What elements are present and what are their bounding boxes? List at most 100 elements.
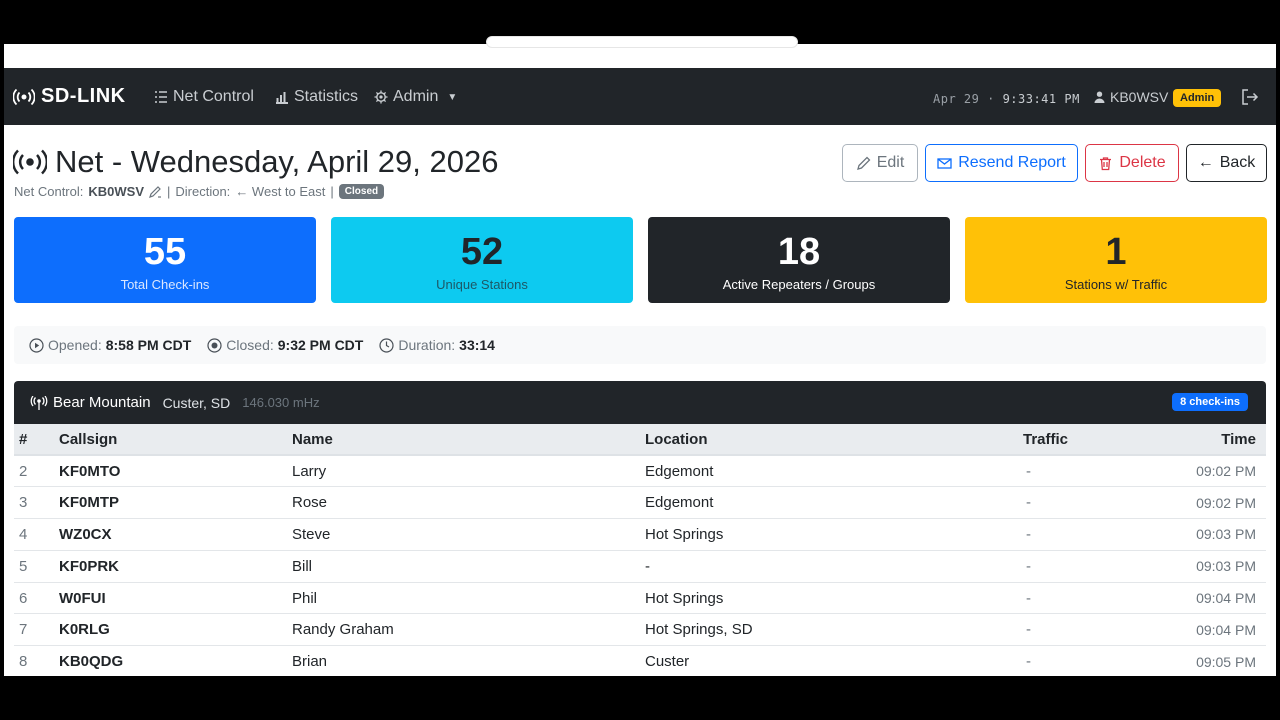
address-pill — [486, 36, 798, 48]
column-header-time[interactable]: Time — [1173, 424, 1266, 456]
table-header-row: # Callsign Name Location Traffic Time — [14, 424, 1266, 456]
cell-loc: Hot Springs — [645, 525, 724, 543]
envelope-icon — [937, 157, 952, 169]
cell-call: K0RLG — [59, 621, 110, 639]
cell-traffic: - — [1026, 462, 1031, 480]
delete-button[interactable]: Delete — [1085, 144, 1179, 182]
column-header-name[interactable]: Name — [292, 424, 645, 456]
cell-loc: Custer — [645, 653, 690, 671]
table-row[interactable]: 4 WZ0CX Steve Hot Springs - 09:03 PM — [14, 519, 1266, 551]
nav-statistics[interactable]: Statistics — [275, 88, 358, 106]
column-header-traffic[interactable]: Traffic — [1023, 424, 1173, 456]
cell-call: W0FUI — [59, 589, 106, 607]
separator: | — [167, 184, 171, 199]
cell-time: 09:05 PM — [1196, 653, 1256, 670]
status-badge: Closed — [338, 184, 385, 199]
column-header-num[interactable]: # — [14, 424, 59, 456]
pencil-icon — [856, 156, 871, 170]
separator: | — [330, 184, 334, 199]
group-name: Bear Mountain — [30, 394, 151, 411]
direction-value: ← West to East — [235, 184, 326, 199]
cell-name: Randy Graham — [292, 621, 394, 639]
browser-strip — [4, 36, 1276, 68]
column-header-callsign[interactable]: Callsign — [59, 424, 292, 456]
stat-card-stations-traffic: 1 Stations w/ Traffic — [965, 217, 1267, 303]
opened-time: Opened: 8:58 PM CDT — [29, 337, 191, 353]
net-times-bar: Opened: 8:58 PM CDT Closed: 9:32 PM CDT … — [14, 326, 1266, 364]
direction-label: Direction: — [175, 184, 231, 199]
cell-loc: - — [645, 557, 650, 575]
group-location: Custer, SD — [162, 394, 231, 411]
trash-icon — [1100, 156, 1112, 170]
table-row[interactable]: 3 KF0MTP Rose Edgemont - 09:02 PM — [14, 487, 1266, 519]
stat-value: 55 — [143, 231, 187, 273]
resend-label: Resend Report — [958, 154, 1066, 171]
logout-icon[interactable] — [1241, 89, 1259, 105]
cell-loc: Hot Springs, SD — [645, 621, 753, 639]
group-name-text: Bear Mountain — [53, 394, 151, 411]
cell-call: WZ0CX — [59, 525, 112, 543]
stat-value: 18 — [777, 231, 821, 273]
stat-card-unique-stations: 52 Unique Stations — [331, 217, 633, 303]
cell-name: Rose — [292, 494, 328, 512]
stat-label: Total Check-ins — [120, 277, 210, 292]
edit-label: Edit — [876, 154, 905, 171]
brand-link[interactable]: SD-LINK — [13, 85, 126, 108]
cell-num: 8 — [19, 653, 28, 671]
table-row[interactable]: 7 K0RLG Randy Graham Hot Springs, SD - 09:04 … — [14, 614, 1266, 646]
user-menu[interactable]: KB0WSV — [1094, 89, 1168, 105]
back-button[interactable]: ← Back — [1186, 144, 1267, 182]
table-row[interactable]: 8 KB0QDG Brian Custer - 09:05 PM — [14, 646, 1266, 676]
table-row[interactable]: 2 KF0MTO Larry Edgemont - 09:02 PM — [14, 455, 1266, 487]
duration-value: 33:14 — [459, 337, 495, 353]
duration-label: Duration: — [398, 337, 456, 353]
stat-value: 1 — [1105, 231, 1127, 273]
bar-chart-icon — [276, 92, 288, 104]
page: SD-LINK Net Control Statistics Admin ▼ A… — [4, 68, 1276, 676]
clock-time: 9:33:41 PM — [1002, 92, 1080, 106]
user-callsign: KB0WSV — [1110, 89, 1169, 105]
edit-button[interactable]: Edit — [842, 144, 918, 182]
stat-label: Unique Stations — [436, 277, 528, 292]
nav-admin-dropdown[interactable]: Admin ▼ — [374, 88, 457, 106]
clock-separator: · — [987, 92, 995, 106]
arrow-left-icon: ← — [1197, 154, 1214, 171]
broadcast-icon — [13, 149, 47, 175]
cell-traffic: - — [1026, 494, 1031, 512]
cell-call: KF0PRK — [59, 557, 120, 575]
pencil-icon[interactable] — [149, 185, 162, 198]
table-body: 2 KF0MTO Larry Edgemont - 09:02 PM 3 KF0MTP Rose… — [14, 455, 1266, 676]
cell-name: Larry — [292, 462, 327, 480]
broadcast-icon — [13, 88, 35, 105]
cell-num: 6 — [19, 589, 28, 607]
closed-label: Closed: — [226, 337, 274, 353]
closed-value: 9:32 PM CDT — [277, 337, 364, 353]
clock-date: Apr 29 — [933, 92, 980, 106]
cell-traffic: - — [1026, 589, 1031, 607]
table-row[interactable]: 6 W0FUI Phil Hot Springs - 09:04 PM — [14, 582, 1266, 614]
cell-time: 09:03 PM — [1196, 526, 1256, 543]
stat-card-active-repeaters: 18 Active Repeaters / Groups — [648, 217, 950, 303]
stat-value: 52 — [460, 231, 504, 273]
list-icon — [155, 91, 167, 103]
cell-call: KF0MTO — [59, 462, 121, 480]
cell-loc: Edgemont — [645, 462, 714, 480]
cell-time: 09:03 PM — [1196, 558, 1256, 575]
net-control-label: Net Control: — [14, 184, 84, 199]
cell-traffic: - — [1026, 621, 1031, 639]
checkins-table: # Callsign Name Location Traffic Time 2 K… — [14, 424, 1266, 676]
stat-label: Active Repeaters / Groups — [722, 277, 876, 292]
cell-num: 5 — [19, 557, 28, 575]
clock-readout: Apr 29 · 9:33:41 PM — [933, 92, 1080, 106]
table-row[interactable]: 5 KF0PRK Bill - - 09:03 PM — [14, 550, 1266, 583]
navbar: SD-LINK Net Control Statistics Admin ▼ A… — [4, 68, 1276, 125]
nav-net-control[interactable]: Net Control — [154, 88, 254, 106]
nav-admin-label: Admin — [393, 88, 439, 105]
column-header-location[interactable]: Location — [645, 424, 1023, 456]
antenna-icon — [30, 395, 48, 410]
role-badge: Admin — [1173, 89, 1222, 107]
cell-num: 2 — [19, 462, 28, 480]
resend-report-button[interactable]: Resend Report — [925, 144, 1078, 182]
nav-net-control-label: Net Control — [173, 88, 254, 105]
cell-traffic: - — [1026, 525, 1031, 543]
